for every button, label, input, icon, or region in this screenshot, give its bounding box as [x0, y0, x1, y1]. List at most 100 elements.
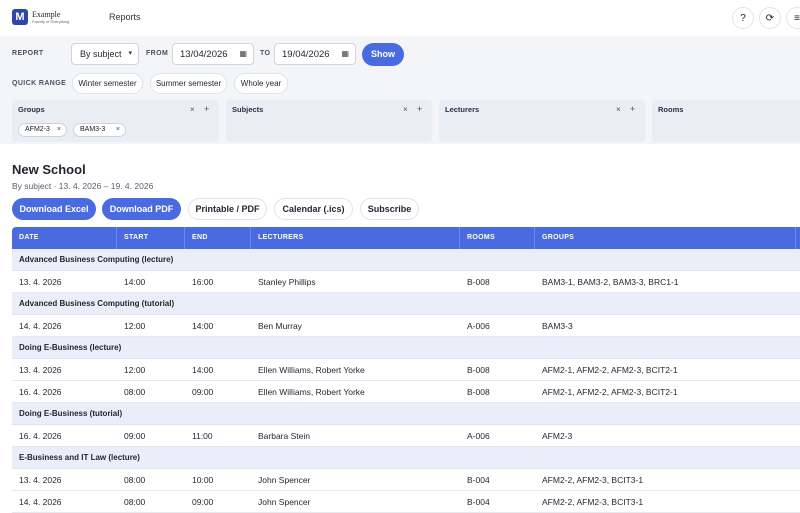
- cell-date: 14. 4. 2026: [19, 497, 62, 507]
- clear-groups-icon[interactable]: ×: [190, 105, 195, 114]
- cell-end: 10:00: [192, 475, 214, 485]
- calendar-ics-button[interactable]: Calendar (.ics): [274, 198, 353, 220]
- cell-groups: AFM2-1, AFM2-2, AFM2-3, BCIT2-1: [542, 365, 678, 375]
- cell-rooms: B-008: [467, 387, 490, 397]
- add-lecturer-icon[interactable]: +: [630, 104, 635, 114]
- add-subject-icon[interactable]: +: [417, 104, 422, 114]
- calendar-icon[interactable]: ▦: [341, 49, 349, 58]
- cell-groups: AFM2-1, AFM2-2, AFM2-3, BCIT2-1: [542, 387, 678, 397]
- cell-lecturers: Ellen Williams, Robert Yorke: [258, 365, 365, 375]
- cell-lecturers: Barbara Stein: [258, 431, 310, 441]
- cell-date: 16. 4. 2026: [19, 431, 62, 441]
- column-header-groups[interactable]: GROUPS: [535, 227, 796, 249]
- cell-start: 08:00: [124, 497, 146, 507]
- cell-lecturers: John Spencer: [258, 497, 311, 507]
- cell-end: 09:00: [192, 497, 214, 507]
- report-select[interactable]: By subject ▾: [71, 43, 139, 65]
- subject-group-row: Doing E-Business (lecture): [12, 337, 800, 359]
- from-date-value: 13/04/2026: [180, 49, 228, 60]
- menu-button[interactable]: ≡: [786, 7, 800, 29]
- remove-tag-icon[interactable]: ×: [57, 124, 61, 136]
- table-row[interactable]: 13. 4. 2026 14:00 16:00 Stanley Phillips…: [12, 271, 800, 293]
- refresh-button[interactable]: ⟳: [759, 7, 781, 29]
- download-excel-button[interactable]: Download Excel: [12, 198, 96, 220]
- printable-pdf-button[interactable]: Printable / PDF: [188, 198, 267, 220]
- table-row[interactable]: 13. 4. 2026 12:00 14:00 Ellen Williams, …: [12, 359, 800, 381]
- to-label: TO: [260, 50, 271, 57]
- schedule-table: DATE START END LECTURERS ROOMS GROUPS Ad…: [12, 227, 800, 513]
- download-pdf-button[interactable]: Download PDF: [102, 198, 181, 220]
- show-button[interactable]: Show: [362, 43, 404, 66]
- cell-groups: AFM2-2, AFM2-3, BCIT3-1: [542, 497, 644, 507]
- cell-date: 13. 4. 2026: [19, 365, 62, 375]
- cell-start: 08:00: [124, 387, 146, 397]
- cell-start: 08:00: [124, 475, 146, 485]
- quick-summer-semester-button[interactable]: Summer semester: [150, 73, 227, 94]
- cell-rooms: B-004: [467, 497, 490, 507]
- column-header-end[interactable]: END: [185, 227, 251, 249]
- cell-start: 12:00: [124, 321, 146, 331]
- logo-icon[interactable]: M: [12, 9, 28, 25]
- column-header-lecturers[interactable]: LECTURERS: [251, 227, 460, 249]
- cell-groups: AFM2-3: [542, 431, 573, 441]
- from-date-input[interactable]: 13/04/2026 ▦: [172, 43, 254, 65]
- group-tag[interactable]: AFM2-3 ×: [18, 123, 67, 137]
- table-row[interactable]: 14. 4. 2026 08:00 09:00 John Spencer B-0…: [12, 491, 800, 513]
- help-icon: ?: [740, 12, 746, 24]
- cell-rooms: B-004: [467, 475, 490, 485]
- cell-groups: BAM3-1, BAM3-2, BAM3-3, BRC1-1: [542, 277, 679, 287]
- cell-start: 09:00: [124, 431, 146, 441]
- cell-end: 09:00: [192, 387, 214, 397]
- clear-lecturers-icon[interactable]: ×: [616, 105, 621, 114]
- report-select-value: By subject: [80, 49, 122, 59]
- report-label: REPORT: [12, 50, 44, 57]
- quick-winter-semester-button[interactable]: Winter semester: [72, 73, 143, 94]
- cell-rooms: A-006: [467, 431, 490, 441]
- refresh-icon: ⟳: [765, 12, 775, 24]
- table-row[interactable]: 14. 4. 2026 12:00 14:00 Ben Murray A-006…: [12, 315, 800, 337]
- column-header-rooms[interactable]: ROOMS: [460, 227, 535, 249]
- groups-panel[interactable]: Groups × + AFM2-3 × BAM3-3 ×: [12, 100, 219, 142]
- page-title: New School: [12, 162, 86, 177]
- table-row[interactable]: 13. 4. 2026 08:00 10:00 John Spencer B-0…: [12, 469, 800, 491]
- subject-group-row: Doing E-Business (tutorial): [12, 403, 800, 425]
- calendar-icon[interactable]: ▦: [239, 49, 247, 58]
- cell-groups: BAM3-3: [542, 321, 573, 331]
- cell-end: 16:00: [192, 277, 214, 287]
- cell-end: 11:00: [192, 431, 213, 441]
- chevron-down-icon: ▾: [128, 50, 132, 57]
- cell-rooms: B-008: [467, 365, 490, 375]
- subjects-panel[interactable]: Subjects × +: [226, 100, 432, 142]
- rooms-panel-title: Rooms: [658, 105, 684, 114]
- quick-whole-year-button[interactable]: Whole year: [234, 73, 288, 94]
- subject-group-row: Advanced Business Computing (tutorial): [12, 293, 800, 315]
- help-button[interactable]: ?: [732, 7, 754, 29]
- column-header-start[interactable]: START: [117, 227, 185, 249]
- table-row[interactable]: 16. 4. 2026 08:00 09:00 Ellen Williams, …: [12, 381, 800, 403]
- subject-group-row: E-Business and IT Law (lecture): [12, 447, 800, 469]
- rooms-panel[interactable]: Rooms: [652, 100, 800, 142]
- brand-name: Example: [32, 10, 61, 19]
- cell-rooms: B-008: [467, 277, 490, 287]
- cell-groups: AFM2-2, AFM2-3, BCIT3-1: [542, 475, 644, 485]
- cell-lecturers: John Spencer: [258, 475, 311, 485]
- subject-group-row: Advanced Business Computing (lecture): [12, 249, 800, 271]
- from-label: FROM: [146, 50, 169, 57]
- table-row[interactable]: 16. 4. 2026 09:00 11:00 Barbara Stein A-…: [12, 425, 800, 447]
- remove-tag-icon[interactable]: ×: [116, 124, 120, 136]
- column-header-date[interactable]: DATE: [12, 227, 117, 249]
- page-subtitle: By subject · 13. 4. 2026 – 19. 4. 2026: [12, 181, 154, 191]
- to-date-input[interactable]: 19/04/2026 ▦: [274, 43, 356, 65]
- subscribe-button[interactable]: Subscribe: [360, 198, 419, 220]
- group-tag-label: BAM3-3: [80, 126, 106, 133]
- add-group-icon[interactable]: +: [204, 104, 209, 114]
- nav-reports-link[interactable]: Reports: [109, 12, 141, 22]
- clear-subjects-icon[interactable]: ×: [403, 105, 408, 114]
- top-bar: M Example Faculty of Everything Reports …: [0, 0, 800, 36]
- cell-end: 14:00: [192, 365, 214, 375]
- cell-date: 14. 4. 2026: [19, 321, 62, 331]
- group-tag[interactable]: BAM3-3 ×: [73, 123, 126, 137]
- lecturers-panel[interactable]: Lecturers × +: [439, 100, 645, 142]
- cell-start: 14:00: [124, 277, 146, 287]
- cell-end: 14:00: [192, 321, 214, 331]
